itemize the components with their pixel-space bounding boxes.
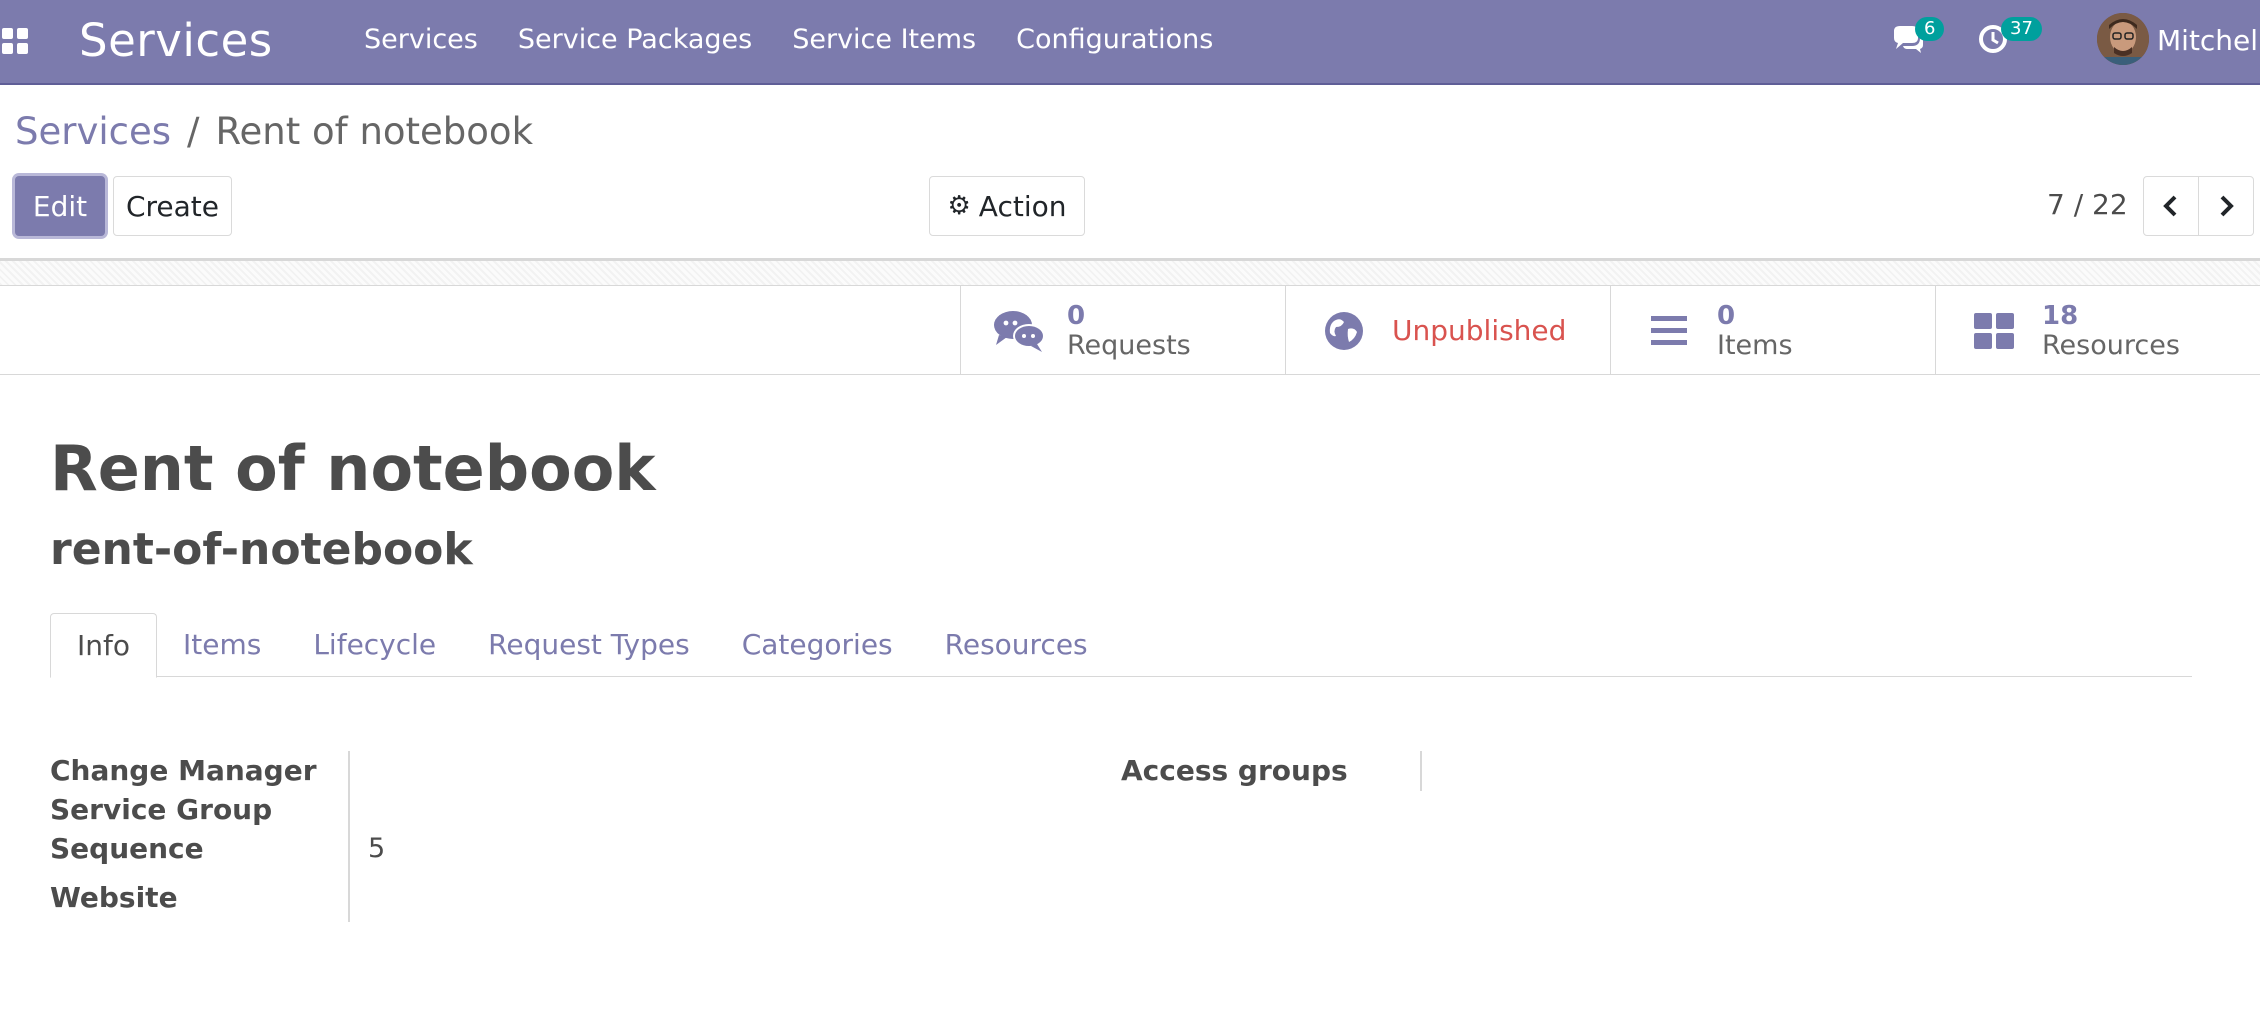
resources-count: 18 xyxy=(2042,300,2079,331)
create-button[interactable]: Create xyxy=(113,176,232,236)
website-field[interactable] xyxy=(366,881,1066,913)
website-label: Website xyxy=(50,881,178,914)
record-title: Rent of notebook xyxy=(50,432,656,505)
tab-lifecycle[interactable]: Lifecycle xyxy=(287,613,462,677)
tab-info[interactable]: Info xyxy=(50,613,157,678)
menu-item-configurations[interactable]: Configurations xyxy=(1016,24,1213,55)
form-background-strip xyxy=(0,261,2260,285)
sequence-label: Sequence xyxy=(50,832,204,865)
field-column-divider xyxy=(348,751,350,922)
activities-badge: 37 xyxy=(2001,17,2042,41)
menu-item-services[interactable]: Services xyxy=(364,24,478,55)
tab-categories[interactable]: Categories xyxy=(716,613,919,677)
pager-value[interactable]: 7 / 22 xyxy=(2047,188,2128,221)
publish-status: Unpublished xyxy=(1392,313,1567,347)
chevron-right-icon xyxy=(2220,195,2234,217)
access-groups-divider xyxy=(1420,751,1422,791)
menu-item-service-packages[interactable]: Service Packages xyxy=(518,24,752,55)
requests-label: Requests xyxy=(1067,329,1191,361)
pager-previous-button[interactable] xyxy=(2143,176,2199,236)
user-menu[interactable]: Mitchell xyxy=(2157,24,2260,57)
action-button[interactable]: ⚙ Action xyxy=(929,176,1085,236)
tab-resources[interactable]: Resources xyxy=(919,613,1114,677)
items-count: 0 xyxy=(1717,300,1736,331)
change-manager-label: Change Manager xyxy=(50,754,317,787)
tab-request-types[interactable]: Request Types xyxy=(462,613,716,677)
avatar[interactable] xyxy=(2097,13,2149,65)
main-menu: Services Service Packages Service Items … xyxy=(364,24,1253,55)
record-code: rent-of-notebook xyxy=(50,524,473,575)
globe-icon xyxy=(1318,309,1370,353)
list-icon xyxy=(1643,309,1695,353)
access-groups-field[interactable] xyxy=(1438,754,2138,786)
items-smart-button[interactable]: 0 Items xyxy=(1610,286,1935,375)
grid-icon xyxy=(1968,309,2020,353)
top-navbar: Services Services Service Packages Servi… xyxy=(0,0,2260,85)
edit-button[interactable]: Edit xyxy=(15,176,105,236)
chevron-left-icon xyxy=(2163,195,2177,217)
app-brand[interactable]: Services xyxy=(79,14,273,67)
comments-icon xyxy=(993,309,1045,353)
resources-smart-button[interactable]: 18 Resources xyxy=(1935,286,2260,375)
access-groups-label: Access groups xyxy=(1121,754,1348,787)
gear-icon: ⚙ xyxy=(947,191,971,221)
tab-items[interactable]: Items xyxy=(157,613,287,677)
messages-badge: 6 xyxy=(1915,17,1945,41)
resources-label: Resources xyxy=(2042,329,2180,361)
sequence-field[interactable]: 5 xyxy=(368,833,385,864)
menu-item-service-items[interactable]: Service Items xyxy=(792,24,976,55)
smart-button-box: 0 Requests Unpublished 0 Items 18 Resour… xyxy=(960,286,2260,375)
requests-smart-button[interactable]: 0 Requests xyxy=(960,286,1285,375)
notebook-tabs: Info Items Lifecycle Request Types Categ… xyxy=(50,613,2192,678)
form-sheet: 0 Requests Unpublished 0 Items 18 Resour… xyxy=(0,285,2260,1032)
breadcrumb-services-link[interactable]: Services xyxy=(15,110,171,153)
action-label: Action xyxy=(978,189,1067,223)
breadcrumb-separator: / xyxy=(187,110,200,153)
publish-toggle-button[interactable]: Unpublished xyxy=(1285,286,1610,375)
breadcrumb: Services / Rent of notebook xyxy=(15,110,533,153)
pager-next-button[interactable] xyxy=(2198,176,2254,236)
service-group-field[interactable] xyxy=(366,793,1066,825)
breadcrumb-current: Rent of notebook xyxy=(215,110,534,153)
change-manager-field[interactable] xyxy=(366,754,1066,786)
button-box-divider xyxy=(0,374,960,375)
service-group-label: Service Group xyxy=(50,793,273,826)
apps-grid-icon[interactable] xyxy=(2,28,28,54)
requests-count: 0 xyxy=(1067,300,1086,331)
items-label: Items xyxy=(1717,329,1793,361)
